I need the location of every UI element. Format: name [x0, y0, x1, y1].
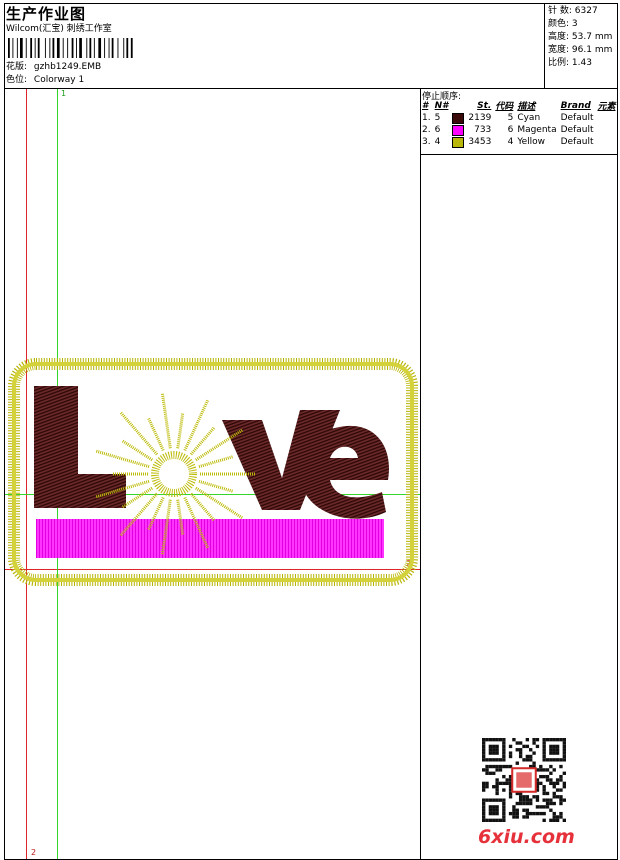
letter-e: [300, 425, 389, 519]
magenta-bar: [36, 519, 384, 558]
watermark-logo: 6xiu.com: [478, 826, 575, 848]
sun-core: [151, 451, 197, 497]
letter-l: [34, 386, 126, 508]
embroidery-design: [8, 358, 418, 586]
qr-code: [482, 738, 566, 822]
